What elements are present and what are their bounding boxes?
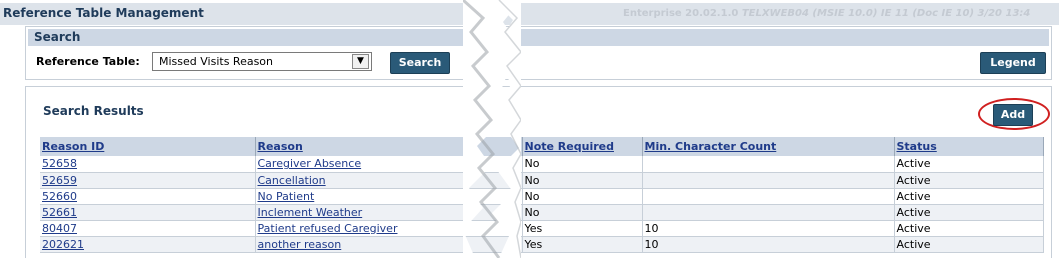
reason-id-link[interactable]: 52659 bbox=[40, 172, 256, 189]
min-character-count-cell: 10 bbox=[642, 236, 895, 253]
page: Reference Table Management Enterprise 20… bbox=[0, 0, 1059, 258]
version-text: Enterprise 20.02.1.0 bbox=[623, 8, 739, 19]
search-panel: Search Reference Table: Missed Visits Re… bbox=[25, 26, 1052, 80]
add-button[interactable]: Add bbox=[993, 104, 1033, 126]
reference-table-value: Missed Visits Reason bbox=[159, 55, 274, 68]
table-row: 52661 Inclement Weather No Active bbox=[40, 204, 1044, 221]
version-info: Enterprise 20.02.1.0 TELXWEB04 (MSIE 10.… bbox=[623, 8, 1030, 19]
legend-button[interactable]: Legend bbox=[980, 52, 1046, 74]
search-button[interactable]: Search bbox=[390, 52, 450, 74]
note-required-cell: Yes bbox=[522, 236, 643, 253]
status-cell: Active bbox=[894, 156, 1044, 173]
note-required-cell: No bbox=[522, 156, 643, 173]
note-required-cell: No bbox=[522, 188, 643, 205]
chevron-down-icon[interactable]: ▼ bbox=[352, 54, 369, 69]
reason-id-link[interactable]: 52658 bbox=[40, 156, 256, 173]
status-cell: Active bbox=[894, 172, 1044, 189]
search-section-title: Search bbox=[34, 30, 81, 44]
status-cell: Active bbox=[894, 204, 1044, 221]
results-panel: Search Results Add Reason ID Reason Note… bbox=[25, 86, 1052, 258]
page-title: Reference Table Management bbox=[3, 6, 204, 20]
table-row: 52660 No Patient No Active bbox=[40, 188, 1044, 205]
table-row: 52659 Cancellation No Active bbox=[40, 172, 1044, 189]
column-header-status[interactable]: Status bbox=[894, 137, 1044, 156]
reason-id-link[interactable]: 202621 bbox=[40, 236, 256, 253]
min-character-count-cell bbox=[642, 172, 895, 189]
reason-id-link[interactable]: 52661 bbox=[40, 204, 256, 221]
search-section-bar: Search bbox=[28, 29, 1049, 46]
min-character-count-cell bbox=[642, 204, 895, 221]
version-detail: TELXWEB04 (MSIE 10.0) IE 11 (Doc IE 10) … bbox=[741, 8, 1031, 19]
min-character-count-cell bbox=[642, 188, 895, 205]
min-character-count-cell: 10 bbox=[642, 220, 895, 237]
table-header-row: Reason ID Reason Note Required Min. Char… bbox=[40, 137, 1044, 156]
reason-id-link[interactable]: 52660 bbox=[40, 188, 256, 205]
note-required-cell: No bbox=[522, 204, 643, 221]
note-required-cell: No bbox=[522, 172, 643, 189]
torn-edge-divider bbox=[463, 0, 521, 258]
table-row: 202621 another reason Yes 10 Active bbox=[40, 236, 1044, 253]
reason-id-link[interactable]: 80407 bbox=[40, 220, 256, 237]
results-table: Reason ID Reason Note Required Min. Char… bbox=[40, 137, 1044, 253]
app-header: Reference Table Management Enterprise 20… bbox=[0, 3, 1059, 25]
table-row: 52658 Caregiver Absence No Active bbox=[40, 156, 1044, 173]
status-cell: Active bbox=[894, 236, 1044, 253]
reference-table-label: Reference Table: bbox=[36, 55, 140, 68]
results-title: Search Results bbox=[43, 104, 144, 118]
column-header-reason-id[interactable]: Reason ID bbox=[40, 137, 256, 156]
min-character-count-cell bbox=[642, 156, 895, 173]
status-cell: Active bbox=[894, 188, 1044, 205]
table-row: 80407 Patient refused Caregiver Yes 10 A… bbox=[40, 220, 1044, 237]
reference-table-select[interactable]: Missed Visits Reason ▼ bbox=[152, 52, 372, 71]
column-header-min-character-count[interactable]: Min. Character Count bbox=[642, 137, 895, 156]
column-header-note-required[interactable]: Note Required bbox=[522, 137, 643, 156]
status-cell: Active bbox=[894, 220, 1044, 237]
note-required-cell: Yes bbox=[522, 220, 643, 237]
